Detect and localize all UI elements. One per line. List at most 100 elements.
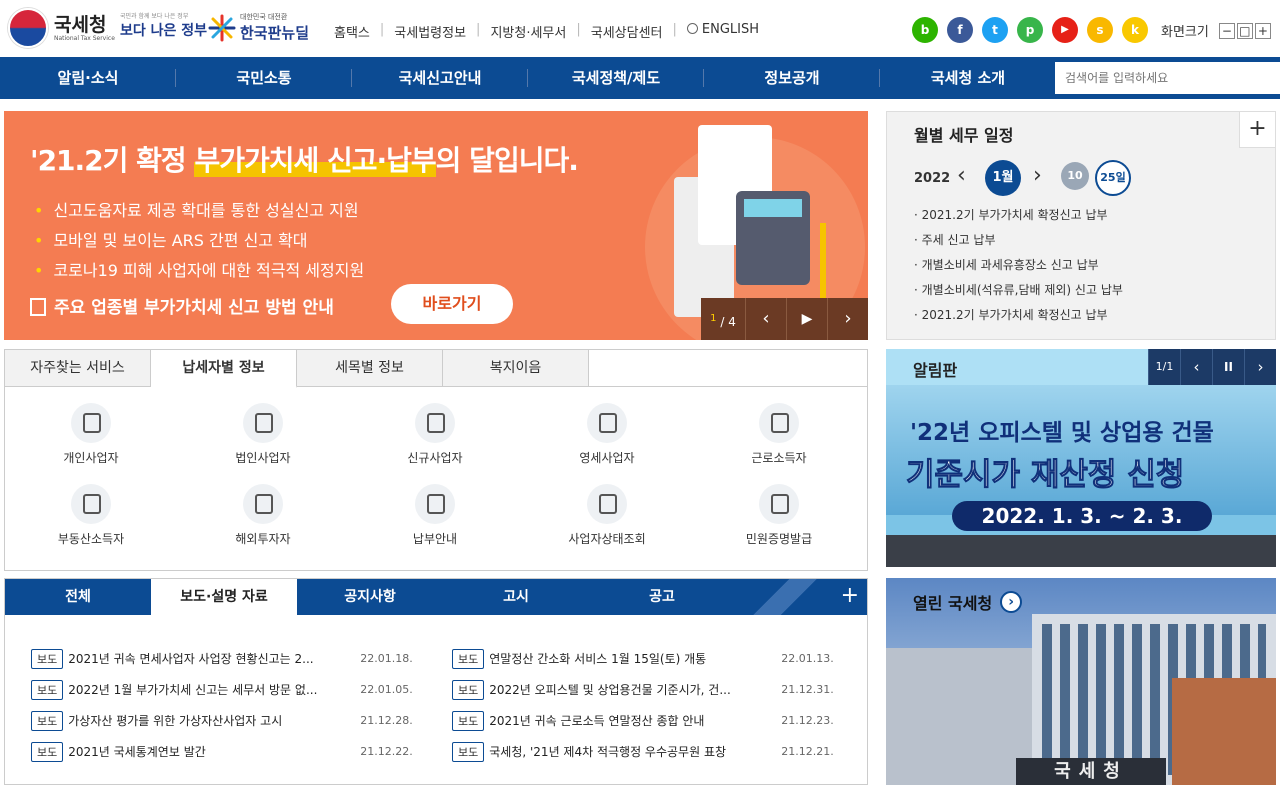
news-row[interactable]: 보도 가상자산 평가를 위한 가상자산사업자 고시 21.12.28. xyxy=(31,705,452,736)
banner-bullet: 코로나19 피해 사업자에 대한 적극적 세정지원 xyxy=(34,257,364,281)
tab-notices[interactable]: 공지사항 xyxy=(297,579,443,615)
notice-board: 알림판 1/1 ‹ II › '22년 오피스텔 및 상업용 건물 기준시가 재… xyxy=(886,349,1276,567)
notice-line2[interactable]: 기준시가 재산정 신청 xyxy=(905,449,1184,494)
service-corporation[interactable]: 법인사업자 xyxy=(177,403,349,484)
banner-next-button[interactable]: › xyxy=(827,298,868,340)
gov-logo-sub: 국민과 함께 보다 나은 정부 xyxy=(120,13,189,20)
schedule-item[interactable]: 2021.2기 부가가치세 확정신고 납부 xyxy=(914,206,1123,223)
service-real-estate[interactable]: 부동산소득자 xyxy=(5,484,177,565)
banner-guide-label: 주요 업종별 부가가치세 신고 방법 안내 xyxy=(54,298,334,318)
service-certificate[interactable]: 민원증명발급 xyxy=(693,484,865,565)
open-nts-panel[interactable]: 국세청 열린 국세청 › xyxy=(886,578,1276,785)
notice-line1[interactable]: '22년 오피스텔 및 상업용 건물 xyxy=(910,413,1214,447)
banner-go-button[interactable]: 바로가기 xyxy=(391,284,513,324)
service-foreign-investor[interactable]: 해외투자자 xyxy=(177,484,349,565)
nav-tax-filing-guide[interactable]: 국세신고안내 xyxy=(352,57,528,99)
news-title[interactable]: 2022년 오피스텔 및 상업용건물 기준시가, 건... xyxy=(489,681,771,698)
service-business-status[interactable]: 사업자상태조회 xyxy=(521,484,693,565)
open-nts-title-label: 열린 국세청 xyxy=(913,594,993,613)
news-more-button[interactable]: + xyxy=(841,583,859,608)
news-title[interactable]: 2022년 1월 부가가치세 신고는 세무서 방문 없... xyxy=(68,681,350,698)
zoom-reset-button[interactable]: □ xyxy=(1236,22,1253,39)
divider: | xyxy=(476,22,481,37)
news-title[interactable]: 국세청, '21년 제4차 적극행정 우수공무원 표창 xyxy=(489,743,771,760)
search-input[interactable] xyxy=(1055,62,1280,94)
tab-frequent-services[interactable]: 자주찾는 서비스 xyxy=(5,350,151,386)
news-title[interactable]: 2021년 귀속 면세사업자 사업장 현황신고는 2... xyxy=(68,650,350,667)
schedule-month[interactable]: 1월 xyxy=(985,160,1021,196)
notice-pause-button[interactable]: II xyxy=(1212,349,1244,385)
chevron-right-icon[interactable]: › xyxy=(1000,591,1023,613)
korean-new-deal-logo[interactable]: 대한민국 대전환 한국판뉴딜 xyxy=(208,12,309,43)
nav-tax-policy[interactable]: 국세정책/제도 xyxy=(528,57,704,99)
zoom-out-button[interactable]: − xyxy=(1218,22,1235,39)
kakaostory-icon[interactable]: s xyxy=(1087,17,1113,43)
facebook-icon[interactable]: f xyxy=(947,17,973,43)
tab-announcement[interactable]: 공고 xyxy=(589,579,735,615)
news-row[interactable]: 보도 2022년 1월 부가가치세 신고는 세무서 방문 없... 22.01.05… xyxy=(31,674,452,705)
nav-disclosure[interactable]: 정보공개 xyxy=(704,57,880,99)
service-new-business[interactable]: 신규사업자 xyxy=(349,403,521,484)
news-title[interactable]: 연말정산 간소화 서비스 1월 15일(토) 개통 xyxy=(489,650,771,667)
divider: | xyxy=(672,22,677,37)
notice-next-button[interactable]: › xyxy=(1244,349,1276,385)
schedule-item[interactable]: 개별소비세(석유류,담배 제외) 신고 납부 xyxy=(914,281,1123,298)
youtube-icon[interactable]: ▶ xyxy=(1052,17,1078,43)
news-date: 21.12.23. xyxy=(781,714,834,727)
news-title[interactable]: 가상자산 평가를 위한 가상자산사업자 고시 xyxy=(68,712,350,729)
banner-prev-button[interactable]: ‹ xyxy=(745,298,786,340)
schedule-day-25[interactable]: 25일 xyxy=(1095,160,1131,196)
link-consult-center[interactable]: 국세상담센터 xyxy=(591,22,663,41)
service-small-business[interactable]: 영세사업자 xyxy=(521,403,693,484)
service-label: 부동산소득자 xyxy=(57,532,125,546)
nav-communication[interactable]: 국민소통 xyxy=(176,57,352,99)
tab-press-release[interactable]: 보도·설명 자료 xyxy=(151,579,297,615)
nts-logo[interactable]: 국세청 National Tax Service xyxy=(8,8,115,48)
schedule-day-10[interactable]: 10 xyxy=(1061,162,1089,190)
service-wage-earner[interactable]: 근로소득자 xyxy=(693,403,865,484)
tab-all[interactable]: 전체 xyxy=(5,579,151,615)
news-title[interactable]: 2021년 귀속 근로소득 연말정산 종합 안내 xyxy=(489,712,771,729)
schedule-next-month-button[interactable]: › xyxy=(1033,163,1042,188)
service-label: 납부안내 xyxy=(412,532,458,546)
news-row[interactable]: 보도 국세청, '21년 제4차 적극행정 우수공무원 표창 21.12.21. xyxy=(452,736,873,767)
building-left xyxy=(886,648,1036,785)
schedule-item[interactable]: 개별소비세 과세유흥장소 신고 납부 xyxy=(914,256,1123,273)
news-row[interactable]: 보도 2021년 귀속 면세사업자 사업장 현황신고는 2... 22.01.18. xyxy=(31,643,452,674)
news-row[interactable]: 보도 2021년 국세통계연보 발간 21.12.22. xyxy=(31,736,452,767)
hand-coin-icon xyxy=(587,403,627,443)
tab-notification[interactable]: 고시 xyxy=(443,579,589,615)
news-title[interactable]: 2021년 국세통계연보 발간 xyxy=(68,743,350,760)
link-hometax[interactable]: 홈택스 xyxy=(334,22,370,41)
link-regional-office[interactable]: 지방청·세무서 xyxy=(490,22,566,41)
blog-icon[interactable]: b xyxy=(912,17,938,43)
zoom-in-button[interactable]: + xyxy=(1254,22,1271,39)
schedule-prev-month-button[interactable]: ‹ xyxy=(957,163,966,188)
service-individual-business[interactable]: 개인사업자 xyxy=(5,403,177,484)
post-icon[interactable]: p xyxy=(1017,17,1043,43)
tab-welfare[interactable]: 복지이음 xyxy=(443,350,589,386)
news-row[interactable]: 보도 2021년 귀속 근로소득 연말정산 종합 안내 21.12.23. xyxy=(452,705,873,736)
nav-about-nts[interactable]: 국세청 소개 xyxy=(880,57,1056,99)
taegeuk-emblem-icon xyxy=(8,8,48,48)
better-government-logo[interactable]: 국민과 함께 보다 나은 정부 보다 나은 정부 xyxy=(120,11,207,40)
banner-play-button[interactable]: ▶ xyxy=(786,298,827,340)
schedule-more-button[interactable]: + xyxy=(1239,112,1275,148)
notice-prev-button[interactable]: ‹ xyxy=(1180,349,1212,385)
kakaochannel-icon[interactable]: k xyxy=(1122,17,1148,43)
news-row[interactable]: 보도 2022년 오피스텔 및 상업용건물 기준시가, 건... 21.12.31. xyxy=(452,674,873,705)
tab-tax-item-info[interactable]: 세목별 정보 xyxy=(297,350,443,386)
news-row[interactable]: 보도 연말정산 간소화 서비스 1월 15일(토) 개통 22.01.13. xyxy=(452,643,873,674)
link-law-info[interactable]: 국세법령정보 xyxy=(394,22,466,41)
service-payment-guide[interactable]: 납부안내 xyxy=(349,484,521,565)
news-tag: 보도 xyxy=(31,710,64,731)
tab-taxpayer-info[interactable]: 납세자별 정보 xyxy=(151,350,297,388)
schedule-item[interactable]: 2021.2기 부가가치세 확정신고 납부 xyxy=(914,306,1123,323)
nav-news[interactable]: 알림·소식 xyxy=(0,57,176,99)
banner-page-current: 1 xyxy=(710,313,717,324)
twitter-icon[interactable]: t xyxy=(982,17,1008,43)
schedule-item[interactable]: 주세 신고 납부 xyxy=(914,231,1123,248)
link-english[interactable]: ENGLISH xyxy=(686,22,759,41)
divider: | xyxy=(576,22,581,37)
schedule-title: 월별 세무 일정 xyxy=(914,126,1014,145)
